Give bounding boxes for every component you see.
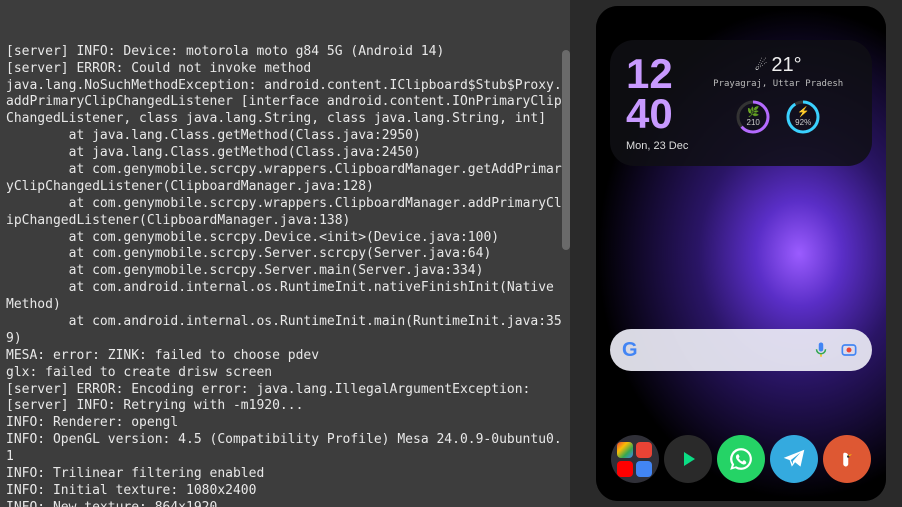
whatsapp-icon[interactable] (717, 435, 765, 483)
terminal-output: [server] INFO: Device: motorola moto g84… (6, 44, 564, 507)
terminal-scrollbar[interactable] (562, 50, 570, 250)
google-folder-icon[interactable] (611, 435, 659, 483)
clock-date: Mon, 23 Dec (626, 140, 688, 152)
app-dock (596, 435, 886, 483)
clock-minutes: 40 (626, 94, 688, 134)
battery-value: 92% (795, 118, 811, 127)
lens-icon[interactable] (838, 339, 860, 361)
duckduckgo-icon[interactable] (823, 435, 871, 483)
battery-icon: ⚡ (797, 107, 809, 118)
google-search-bar[interactable]: G (610, 329, 872, 371)
phone-mirror-pane: 12 40 Mon, 23 Dec ☄ 21° Prayagraj, Uttar… (580, 0, 902, 507)
play-app-icon[interactable] (664, 435, 712, 483)
aqi-icon: 🌿 (747, 107, 759, 118)
telegram-icon[interactable] (770, 435, 818, 483)
battery-ring[interactable]: ⚡ 92% (785, 99, 821, 135)
google-logo-icon: G (622, 339, 638, 362)
weather-icon: ☄ (755, 57, 768, 74)
mic-icon[interactable] (810, 339, 832, 361)
clock-weather-widget[interactable]: 12 40 Mon, 23 Dec ☄ 21° Prayagraj, Uttar… (610, 40, 872, 166)
weather-temp: 21° (771, 54, 801, 77)
pane-divider (570, 0, 580, 507)
aqi-value: 210 (747, 118, 760, 127)
phone-screen[interactable]: 12 40 Mon, 23 Dec ☄ 21° Prayagraj, Uttar… (596, 6, 886, 501)
terminal-pane[interactable]: [server] INFO: Device: motorola moto g84… (0, 0, 570, 507)
status-bar (596, 6, 886, 26)
clock-hours: 12 (626, 54, 688, 94)
aqi-ring[interactable]: 🌿 210 (735, 99, 771, 135)
weather-location: Prayagraj, Uttar Pradesh (713, 79, 843, 89)
